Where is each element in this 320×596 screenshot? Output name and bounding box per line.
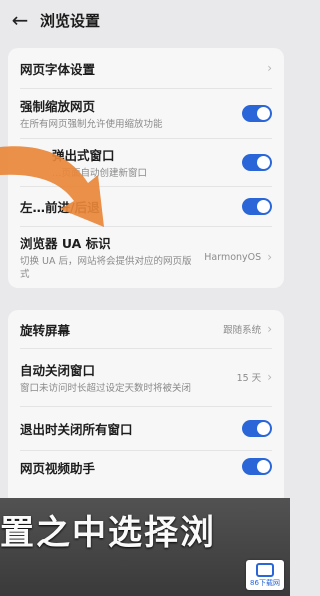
swipe-toggle[interactable] bbox=[242, 197, 272, 215]
watermark-text: 86下载网 bbox=[250, 578, 280, 587]
setting-label: 退出时关闭所有窗口 bbox=[20, 421, 133, 437]
page-title: 浏览设置 bbox=[40, 11, 101, 30]
settings-card-secondary: 旋转屏幕 跟随系统 › 自动关闭窗口 窗口未访问时长超过设定天数时将被关闭 15… bbox=[8, 310, 284, 506]
setting-label: 强制缩放网页 bbox=[20, 98, 96, 114]
auto-close-value: 15 天 bbox=[236, 373, 262, 384]
rotate-value: 跟随系统 bbox=[223, 325, 262, 336]
header: ← 浏览设置 bbox=[0, 0, 290, 40]
setting-label: 网页字体设置 bbox=[20, 61, 96, 77]
setting-label: 旋转屏幕 bbox=[20, 322, 71, 338]
watermark-logo: 86下载网 bbox=[246, 560, 284, 590]
ua-value: HarmonyOS bbox=[204, 251, 262, 263]
video-toggle[interactable] bbox=[242, 458, 272, 475]
setting-label: 自动关闭窗口 bbox=[20, 362, 96, 378]
video-caption: 置之中选择浏 bbox=[0, 513, 216, 553]
watermark-mark-icon bbox=[256, 562, 274, 577]
setting-row-exit-close[interactable]: 退出时关闭所有窗口 bbox=[8, 406, 284, 450]
setting-desc: 窗口未访问时长超过设定天数时将被关闭 bbox=[20, 382, 192, 394]
popup-toggle[interactable] bbox=[242, 153, 272, 171]
chevron-right-icon: › bbox=[267, 61, 272, 75]
chevron-right-icon: › bbox=[267, 370, 272, 384]
setting-row-auto-close[interactable]: 自动关闭窗口 窗口未访问时长超过设定天数时将被关闭 15 天 › bbox=[8, 348, 284, 406]
setting-desc: 切换 UA 后，网站将会提供对应的网页版式 bbox=[20, 256, 192, 280]
back-arrow-icon[interactable]: ← bbox=[0, 0, 40, 40]
chevron-right-icon: › bbox=[267, 322, 272, 336]
force-zoom-toggle[interactable] bbox=[242, 104, 272, 122]
chevron-right-icon: › bbox=[267, 250, 272, 264]
setting-row-rotate[interactable]: 旋转屏幕 跟随系统 › bbox=[8, 310, 284, 348]
exit-close-toggle[interactable] bbox=[242, 419, 272, 437]
pointer-arrow-icon bbox=[0, 146, 104, 227]
setting-row-font[interactable]: 网页字体设置 › bbox=[8, 48, 284, 88]
setting-label: 网页视频助手 bbox=[20, 461, 96, 476]
